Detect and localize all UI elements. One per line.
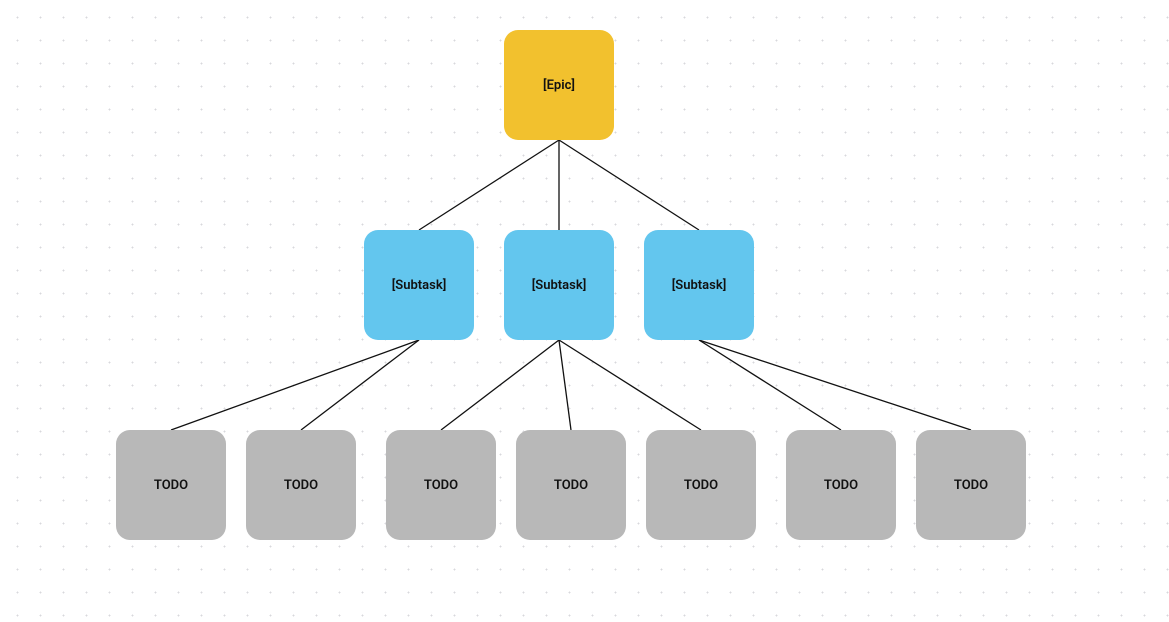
node-todo-5[interactable]: TODO — [646, 430, 756, 540]
edge-sub3-todo7 — [699, 340, 971, 430]
node-todo-4[interactable]: TODO — [516, 430, 626, 540]
node-todo-6-label: TODO — [824, 478, 858, 493]
edge-sub1-todo2 — [301, 340, 419, 430]
edge-sub2-todo4 — [559, 340, 571, 430]
node-todo-3-label: TODO — [424, 478, 458, 493]
node-todo-2[interactable]: TODO — [246, 430, 356, 540]
edge-sub3-todo6 — [699, 340, 841, 430]
node-todo-4-label: TODO — [554, 478, 588, 493]
diagram-canvas[interactable]: [Epic] [Subtask] [Subtask] [Subtask] TOD… — [0, 0, 1169, 622]
node-epic-label: [Epic] — [543, 78, 575, 93]
node-todo-1-label: TODO — [154, 478, 188, 493]
edge-epic-sub3 — [559, 140, 699, 230]
node-todo-7-label: TODO — [954, 478, 988, 493]
edge-sub2-todo3 — [441, 340, 559, 430]
node-todo-5-label: TODO — [684, 478, 718, 493]
node-subtask-2-label: [Subtask] — [532, 278, 587, 293]
node-epic[interactable]: [Epic] — [504, 30, 614, 140]
node-todo-1[interactable]: TODO — [116, 430, 226, 540]
node-subtask-3[interactable]: [Subtask] — [644, 230, 754, 340]
edge-sub2-todo5 — [559, 340, 701, 430]
node-todo-6[interactable]: TODO — [786, 430, 896, 540]
node-subtask-1-label: [Subtask] — [392, 278, 447, 293]
node-todo-2-label: TODO — [284, 478, 318, 493]
node-subtask-3-label: [Subtask] — [672, 278, 727, 293]
edge-sub1-todo1 — [171, 340, 419, 430]
node-todo-7[interactable]: TODO — [916, 430, 1026, 540]
node-subtask-2[interactable]: [Subtask] — [504, 230, 614, 340]
edge-epic-sub1 — [419, 140, 559, 230]
node-subtask-1[interactable]: [Subtask] — [364, 230, 474, 340]
node-todo-3[interactable]: TODO — [386, 430, 496, 540]
